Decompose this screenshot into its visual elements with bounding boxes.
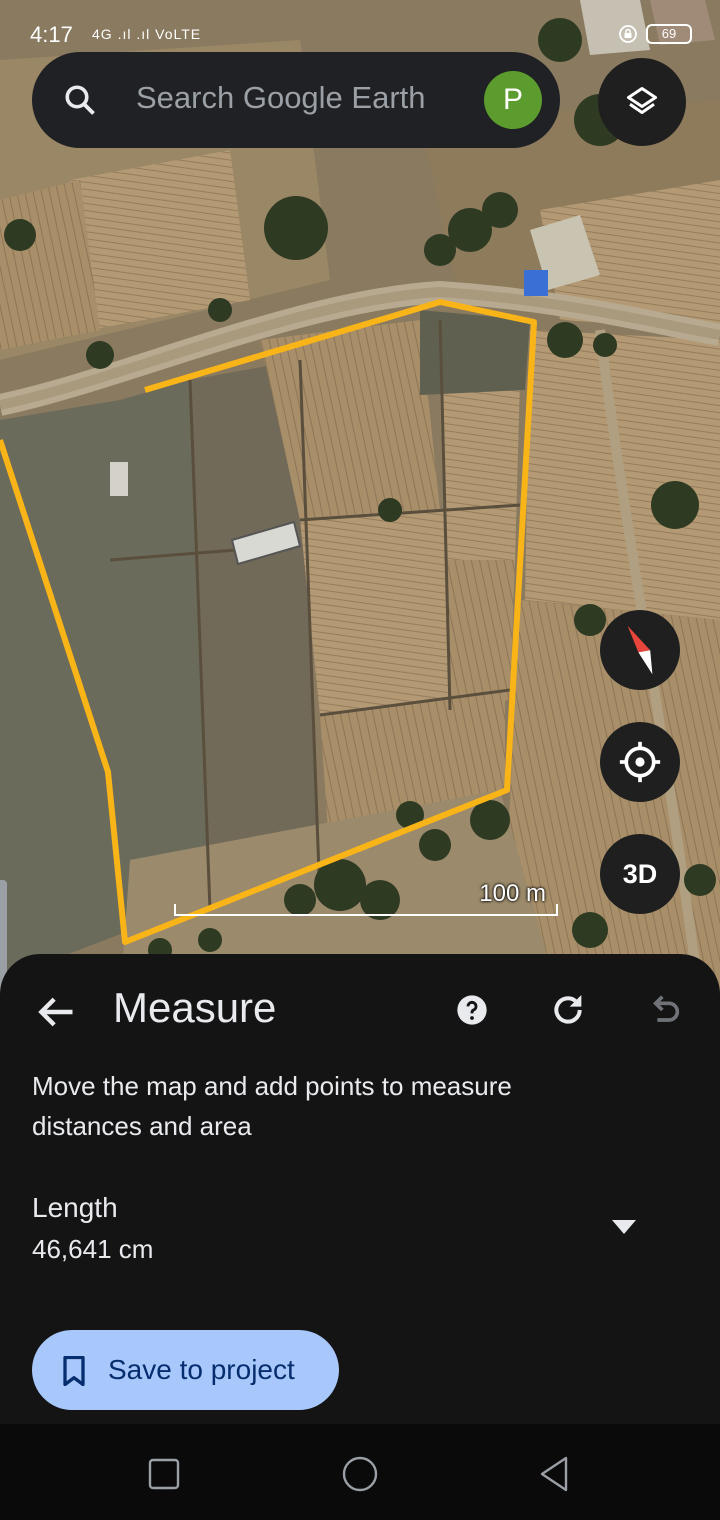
page-title: Measure (113, 984, 277, 1031)
metric-label: Length (32, 1192, 118, 1223)
satellite-map[interactable]: 4:17 4G .ıl .ıl VoLTE 69 Search Google E… (0, 0, 720, 1000)
undo-icon[interactable] (644, 990, 684, 1030)
scale-bar: 100 m (174, 880, 558, 920)
search-bar[interactable]: Search Google Earth P (32, 52, 560, 148)
metric-value: 46,641 cm (32, 1234, 154, 1264)
compass-icon (627, 625, 653, 675)
battery-indicator: 69 (646, 24, 692, 44)
measure-instruction: Move the map and add points to measure d… (32, 1071, 512, 1141)
status-time: 4:17 (30, 22, 73, 47)
home-icon[interactable] (340, 1454, 380, 1494)
arrow-back-icon[interactable] (34, 990, 78, 1034)
recents-icon[interactable] (144, 1454, 184, 1494)
layers-icon (627, 87, 657, 114)
avatar[interactable]: P (484, 71, 542, 129)
save-to-project-button[interactable]: Save to project (32, 1330, 339, 1410)
status-right: 69 (618, 24, 692, 44)
my-location-icon (619, 741, 661, 783)
save-label: Save to project (108, 1354, 295, 1385)
measure-panel: Measure Move the map and add points to m… (0, 954, 720, 1424)
network-indicator: 4G .ıl .ıl VoLTE (92, 26, 202, 42)
layers-button[interactable] (598, 58, 686, 146)
system-nav-bar (0, 1424, 720, 1520)
bookmark-icon (63, 1356, 85, 1386)
compass-button[interactable] (600, 610, 680, 690)
search-icon (65, 85, 95, 115)
back-nav-icon[interactable] (536, 1454, 576, 1494)
rotation-lock-icon (619, 25, 637, 43)
caret-down-icon[interactable] (604, 1212, 644, 1240)
3d-toggle-button[interactable]: 3D (600, 834, 680, 914)
scale-line (174, 904, 558, 916)
my-location-button[interactable] (600, 722, 680, 802)
redo-icon[interactable] (548, 990, 588, 1030)
help-icon[interactable] (456, 994, 488, 1026)
search-input[interactable]: Search Google Earth (136, 80, 426, 116)
